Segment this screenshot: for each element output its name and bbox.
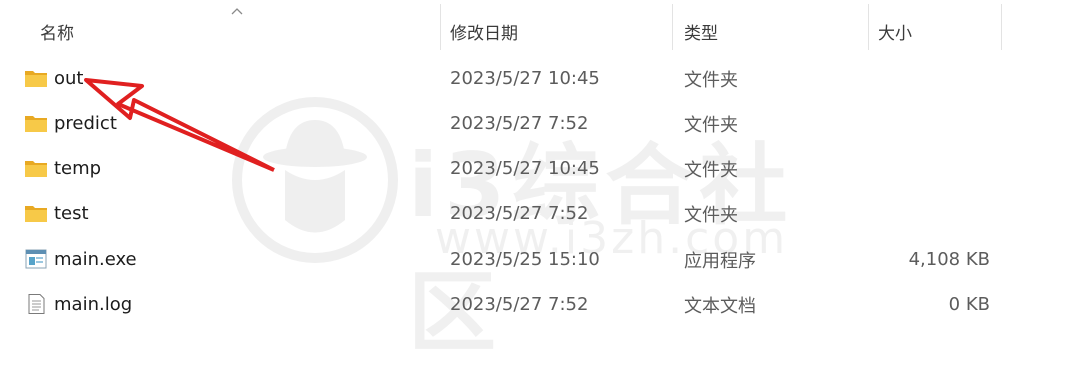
file-type: 文件夹 [684,114,738,136]
text-document-icon [28,294,45,314]
file-type: 应用程序 [684,250,756,272]
file-name: main.exe [54,249,137,270]
file-name: main.log [54,294,133,315]
column-header-size[interactable]: 大小 [878,0,912,62]
file-size [880,146,990,191]
file-type: 文本文档 [684,295,756,317]
file-row[interactable]: main.exe 2023/5/25 15:10 应用程序 4,108 KB [0,237,1080,282]
file-date: 2023/5/27 10:45 [450,68,600,89]
file-row[interactable]: temp 2023/5/27 10:45 文件夹 [0,146,1080,191]
column-header-type[interactable]: 类型 [684,0,718,62]
file-size: 4,108 KB [908,249,990,270]
column-divider[interactable] [440,4,441,50]
file-date: 2023/5/27 7:52 [450,203,589,224]
file-type: 文件夹 [684,204,738,226]
column-divider[interactable] [1001,4,1002,50]
file-date: 2023/5/27 7:52 [450,113,589,134]
column-header-date-label: 修改日期 [450,23,518,44]
column-header-name[interactable]: 名称 [40,0,74,62]
file-date: 2023/5/27 10:45 [450,158,600,179]
file-name: temp [54,158,102,179]
file-name: out [54,68,84,89]
folder-icon [25,116,47,132]
column-divider[interactable] [868,4,869,50]
file-row[interactable]: test 2023/5/27 7:52 文件夹 [0,191,1080,236]
exe-icon [25,249,47,269]
file-row[interactable]: out 2023/5/27 10:45 文件夹 [0,56,1080,101]
file-name: test [54,203,89,224]
file-name: predict [54,113,117,134]
file-explorer-window: i3综合社区 www.i3zh.com 名称 修改日期 类型 大小 out 20… [0,0,1080,373]
column-header-name-label: 名称 [40,23,74,44]
file-row[interactable]: predict 2023/5/27 7:52 文件夹 [0,101,1080,146]
folder-icon [25,161,47,177]
file-row[interactable]: main.log 2023/5/27 7:52 文本文档 0 KB [0,282,1080,327]
file-date: 2023/5/27 7:52 [450,294,589,315]
column-header-row: 名称 修改日期 类型 大小 [0,0,1080,62]
column-header-date[interactable]: 修改日期 [450,0,518,62]
sort-ascending-icon [231,8,243,15]
file-type: 文件夹 [684,159,738,181]
file-size [880,191,990,236]
file-size: 0 KB [948,294,990,315]
column-header-size-label: 大小 [878,23,912,44]
file-size [880,56,990,101]
file-type: 文件夹 [684,69,738,91]
file-size [880,101,990,146]
folder-icon [25,206,47,222]
column-header-type-label: 类型 [684,23,718,44]
folder-icon [25,71,47,87]
column-divider[interactable] [672,4,673,50]
file-date: 2023/5/25 15:10 [450,249,600,270]
